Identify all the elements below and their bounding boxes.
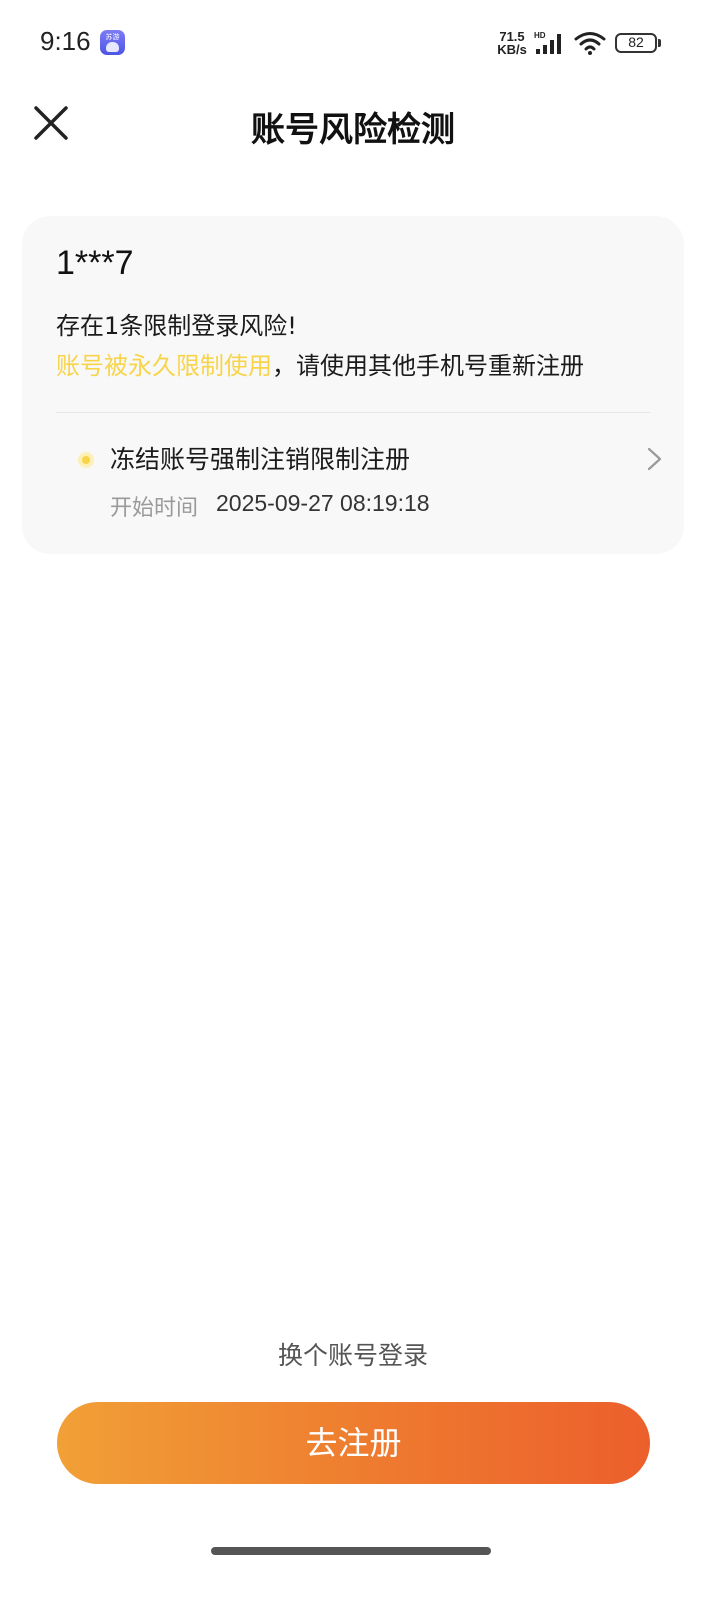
network-speed: 71.5 KB/s: [494, 30, 530, 56]
app-badge-face: [106, 42, 119, 52]
start-time-value: 2025-09-27 08:19:18: [216, 490, 430, 516]
battery-tip: [658, 39, 661, 47]
risk-summary: 存在1条限制登录风险!: [56, 312, 297, 340]
chevron-right-icon: [647, 447, 662, 471]
start-time-label: 开始时间: [110, 496, 199, 521]
risk-item[interactable]: 冻结账号强制注销限制注册 开始时间 2025-09-27 08:19:18: [44, 438, 684, 528]
wifi-icon: [574, 32, 606, 55]
page-title: 账号风险检测: [251, 110, 455, 150]
risk-card: 1***7 存在1条限制登录风险! 账号被永久限制使用，请使用其他手机号重新注册…: [22, 216, 684, 554]
home-indicator[interactable]: [211, 1547, 491, 1555]
app-notification-icon: 苏游: [100, 30, 125, 55]
signal-hd-label: HD: [534, 31, 546, 40]
card-divider: [56, 412, 650, 413]
switch-account-link[interactable]: 换个账号登录: [0, 1336, 706, 1372]
battery-icon: 82: [615, 33, 657, 53]
risk-highlight: 账号被永久限制使用: [56, 352, 272, 380]
screen: 9:16 苏游 71.5 KB/s HD 82 账号风险检测 1***7 存在1…: [0, 0, 720, 1600]
risk-instruction: ，请使用其他手机号重新注册: [272, 352, 584, 380]
network-speed-unit: KB/s: [497, 42, 527, 57]
title-bar: 账号风险检测: [0, 88, 720, 160]
app-badge-text: 苏游: [105, 33, 120, 41]
status-bar: 9:16 苏游 71.5 KB/s HD 82: [0, 0, 720, 88]
risk-item-title: 冻结账号强制注销限制注册: [110, 445, 411, 474]
risk-description: 账号被永久限制使用，请使用其他手机号重新注册: [56, 346, 584, 381]
account-id: 1***7: [56, 244, 134, 282]
signal-icon: HD: [534, 31, 561, 54]
risk-dot-icon: [78, 452, 94, 468]
register-button[interactable]: 去注册: [57, 1402, 650, 1484]
battery-level: 82: [628, 34, 644, 50]
status-time: 9:16: [40, 26, 91, 56]
